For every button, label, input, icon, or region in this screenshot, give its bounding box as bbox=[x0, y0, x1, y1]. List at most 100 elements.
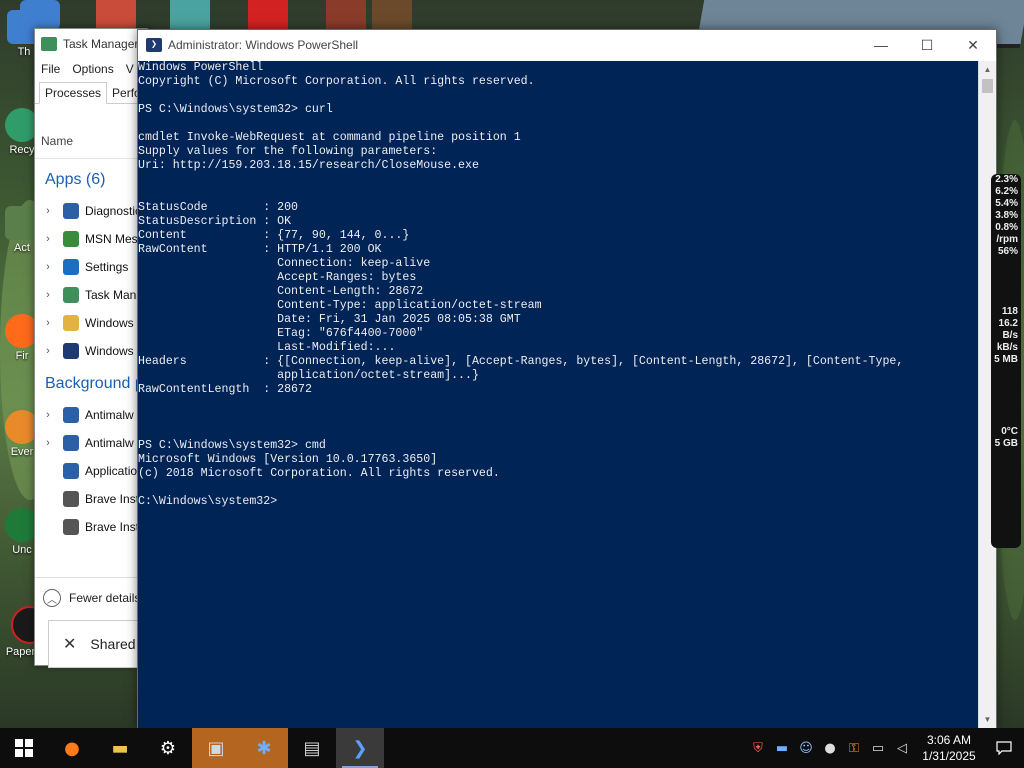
gadget-reading bbox=[991, 294, 1018, 306]
chevron-right-icon[interactable]: › bbox=[41, 409, 55, 421]
gadget-reading bbox=[991, 366, 1018, 378]
service-icon bbox=[63, 435, 79, 451]
chevron-right-icon[interactable]: › bbox=[41, 289, 55, 301]
chevron-right-icon[interactable]: › bbox=[41, 317, 55, 329]
gadget-reading: 5 MB bbox=[994, 354, 1018, 365]
scroll-down-icon[interactable]: ▼ bbox=[979, 711, 996, 728]
remote-icon: ▤ bbox=[303, 737, 321, 759]
menu-file[interactable]: File bbox=[41, 62, 60, 76]
taskbar-app-button[interactable]: ✱ bbox=[240, 728, 288, 768]
process-row[interactable]: Brave Inst bbox=[35, 513, 147, 541]
taskbar-app-button[interactable]: ▬ bbox=[96, 728, 144, 768]
clock[interactable]: 3:06 AM 1/31/2025 bbox=[914, 732, 984, 764]
chevron-right-icon[interactable]: › bbox=[41, 205, 55, 217]
menu-options[interactable]: Options bbox=[72, 62, 113, 76]
process-name: Brave Inst bbox=[85, 492, 140, 506]
scroll-up-icon[interactable]: ▲ bbox=[979, 61, 996, 78]
gadget-reading: 56% bbox=[997, 246, 1018, 257]
people-icon[interactable]: ☺ bbox=[794, 728, 818, 768]
maximize-button[interactable]: ☐ bbox=[904, 30, 950, 60]
gear-icon bbox=[63, 491, 79, 507]
key-icon[interactable]: ⚿ bbox=[842, 728, 866, 768]
process-name: Task Mana bbox=[85, 288, 144, 302]
process-row[interactable]: › Windows bbox=[35, 337, 147, 365]
window-controls: — ☐ ✕ bbox=[858, 30, 996, 60]
gadget-reading: kB/s bbox=[996, 342, 1018, 353]
gadget-reading: 0°C bbox=[1001, 426, 1018, 437]
scroll-thumb[interactable] bbox=[982, 79, 993, 93]
process-row[interactable]: › Diagnostic bbox=[35, 197, 147, 225]
background-list: › Antimalw › Antimalw Applicatio Brave Inst Br… bbox=[35, 401, 147, 541]
desktop-icon-label: Act bbox=[14, 242, 30, 254]
chevron-right-icon[interactable]: › bbox=[41, 437, 55, 449]
tab-processes[interactable]: Processes bbox=[39, 82, 108, 104]
menu-view[interactable]: V bbox=[126, 62, 134, 76]
desktop-icon-label: Th bbox=[17, 46, 31, 58]
column-header-label: Name bbox=[41, 134, 74, 148]
task-manager-window: Task Manager File Options V Processes Pe… bbox=[34, 28, 148, 666]
minimize-button[interactable]: — bbox=[858, 30, 904, 60]
gadget-reading bbox=[991, 378, 1018, 390]
diagnostic-icon bbox=[63, 203, 79, 219]
process-row[interactable]: › Antimalw bbox=[35, 429, 147, 457]
notepad-icon: ▣ bbox=[207, 737, 225, 759]
taskbar-app-button[interactable]: ❯ bbox=[336, 728, 384, 768]
monitor-icon[interactable]: ▬ bbox=[770, 728, 794, 768]
process-row[interactable]: Brave Inst bbox=[35, 485, 147, 513]
network-icon[interactable]: ▭ bbox=[866, 728, 890, 768]
gadget-reading bbox=[991, 270, 1018, 282]
desktop-top-icon[interactable] bbox=[248, 0, 288, 30]
powershell-icon bbox=[63, 343, 79, 359]
gadget-reading: 118 bbox=[1001, 306, 1018, 317]
start-button[interactable] bbox=[0, 728, 48, 768]
console-output-area[interactable]: Windows PowerShell Copyright (C) Microso… bbox=[138, 61, 978, 728]
gadget-reading: 3.8% bbox=[995, 210, 1018, 221]
process-row[interactable]: › Settings bbox=[35, 253, 147, 281]
gadget-reading: /rpm bbox=[996, 234, 1018, 245]
clock-date: 1/31/2025 bbox=[922, 749, 976, 763]
gadget-reading: B/s bbox=[1002, 330, 1018, 341]
desktop-top-icon[interactable] bbox=[372, 0, 412, 30]
desktop-top-icon[interactable] bbox=[326, 0, 366, 30]
process-row[interactable]: › Task Mana bbox=[35, 281, 147, 309]
apps-section-header: Apps (6) bbox=[45, 171, 106, 188]
gear-icon bbox=[63, 519, 79, 535]
fewer-details-button[interactable]: ︿ Fewer details bbox=[35, 577, 147, 618]
process-row[interactable]: Applicatio bbox=[35, 457, 147, 485]
close-button[interactable]: ✕ bbox=[950, 30, 996, 60]
taskbar-app-button[interactable]: ⚙ bbox=[144, 728, 192, 768]
chevron-right-icon[interactable]: › bbox=[41, 261, 55, 273]
volume-icon[interactable]: ◁ bbox=[890, 728, 914, 768]
system-tray: ⛨ ▬ ☺ ● ⚿ ▭ ◁ 3:06 AM 1/31/2025 bbox=[746, 728, 1024, 768]
action-center-button[interactable] bbox=[984, 728, 1024, 768]
task-manager-tabs: Processes Perfor bbox=[35, 79, 147, 104]
taskbar-app-button[interactable]: ▤ bbox=[288, 728, 336, 768]
process-row[interactable]: › Antimalw bbox=[35, 401, 147, 429]
desktop-icon-label: Recy bbox=[9, 144, 35, 156]
taskbar-app-button[interactable]: ▣ bbox=[192, 728, 240, 768]
shared-window-label: Shared bbox=[90, 636, 136, 652]
task-manager-menubar: File Options V bbox=[35, 59, 147, 79]
task-manager-titlebar[interactable]: Task Manager bbox=[35, 29, 147, 59]
clock-time: 3:06 AM bbox=[926, 733, 972, 747]
shared-window[interactable]: ✕ Shared bbox=[48, 620, 150, 668]
chevron-right-icon[interactable]: › bbox=[41, 233, 55, 245]
fewer-details-label: Fewer details bbox=[69, 591, 141, 605]
process-row[interactable]: › Windows bbox=[35, 309, 147, 337]
file-explorer-icon: ▬ bbox=[111, 737, 129, 759]
process-name: MSN Mes bbox=[85, 232, 138, 246]
drop-icon[interactable]: ● bbox=[818, 728, 842, 768]
desktop-top-icon[interactable] bbox=[96, 0, 136, 30]
process-name: Antimalw bbox=[85, 436, 134, 450]
notification-icon bbox=[996, 741, 1012, 755]
chevron-right-icon[interactable]: › bbox=[41, 345, 55, 357]
process-name: Brave Inst bbox=[85, 520, 140, 534]
gadget-reading: 5 GB bbox=[994, 438, 1018, 449]
process-name: Antimalw bbox=[85, 408, 134, 422]
taskbar-app-button[interactable]: ● bbox=[48, 728, 96, 768]
gadget-reading bbox=[991, 402, 1018, 414]
column-header-name[interactable]: Name bbox=[35, 124, 147, 159]
desktop-top-icon[interactable] bbox=[170, 0, 210, 30]
process-row[interactable]: › MSN Mes bbox=[35, 225, 147, 253]
shield-icon[interactable]: ⛨ bbox=[746, 728, 770, 768]
